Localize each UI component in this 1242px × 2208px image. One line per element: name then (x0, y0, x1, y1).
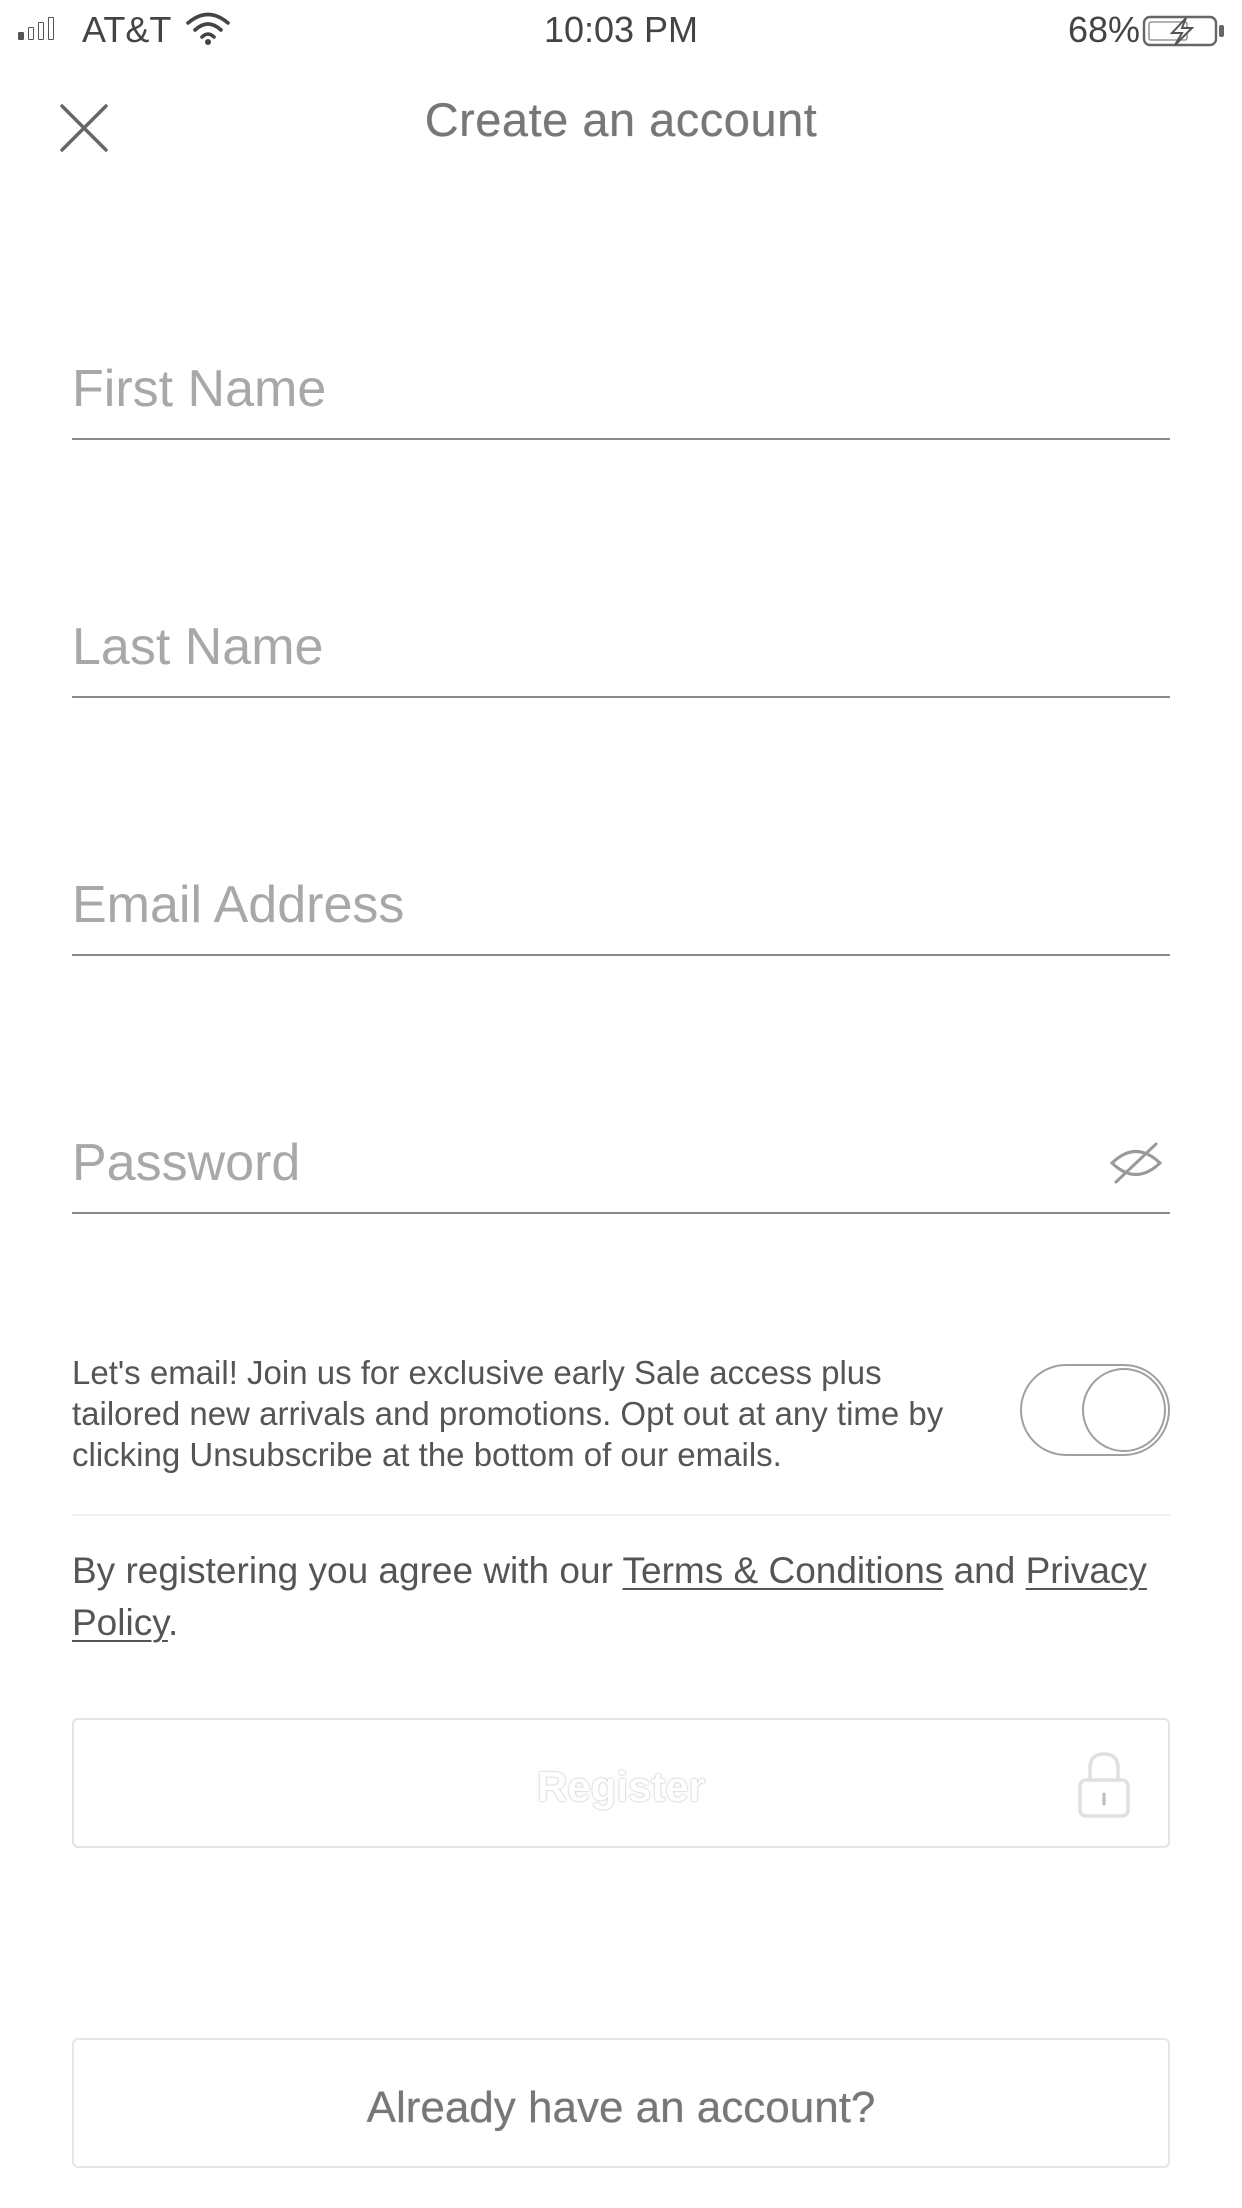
already-have-account-button[interactable]: Already have an account? (72, 2038, 1170, 2168)
legal-notice: By registering you agree with our Terms … (72, 1545, 1170, 1649)
toggle-knob (1082, 1368, 1166, 1452)
terms-link[interactable]: Terms & Conditions (623, 1550, 944, 1591)
legal-middle: and (943, 1550, 1026, 1591)
last-name-field (72, 576, 1170, 698)
email-input[interactable] (72, 834, 1072, 954)
status-bar: AT&T 10:03 PM 68% (0, 0, 1242, 60)
eye-slash-icon[interactable] (1108, 1138, 1164, 1188)
first-name-input[interactable] (72, 318, 1072, 438)
legal-suffix: . (167, 1602, 179, 1643)
first-name-field (72, 318, 1170, 440)
optin-text: Let's email! Join us for exclusive early… (72, 1354, 944, 1473)
page-title: Create an account (424, 93, 818, 146)
email-optin-row: Let's email! Join us for exclusive early… (72, 1350, 1170, 1516)
register-button[interactable]: Register (72, 1718, 1170, 1848)
email-optin-toggle[interactable] (1020, 1364, 1170, 1456)
password-input[interactable] (72, 1092, 1072, 1212)
password-field (72, 1092, 1170, 1214)
battery-percent: 68% (1067, 9, 1140, 50)
clock: 10:03 PM (543, 9, 699, 50)
battery-charging-icon (1142, 15, 1224, 47)
register-label: Register (536, 1763, 706, 1810)
signin-label: Already have an account? (366, 2083, 876, 2132)
lock-icon (1078, 1752, 1130, 1818)
last-name-input[interactable] (72, 576, 1072, 696)
legal-prefix: By registering you agree with our (72, 1550, 623, 1591)
email-field (72, 834, 1170, 956)
